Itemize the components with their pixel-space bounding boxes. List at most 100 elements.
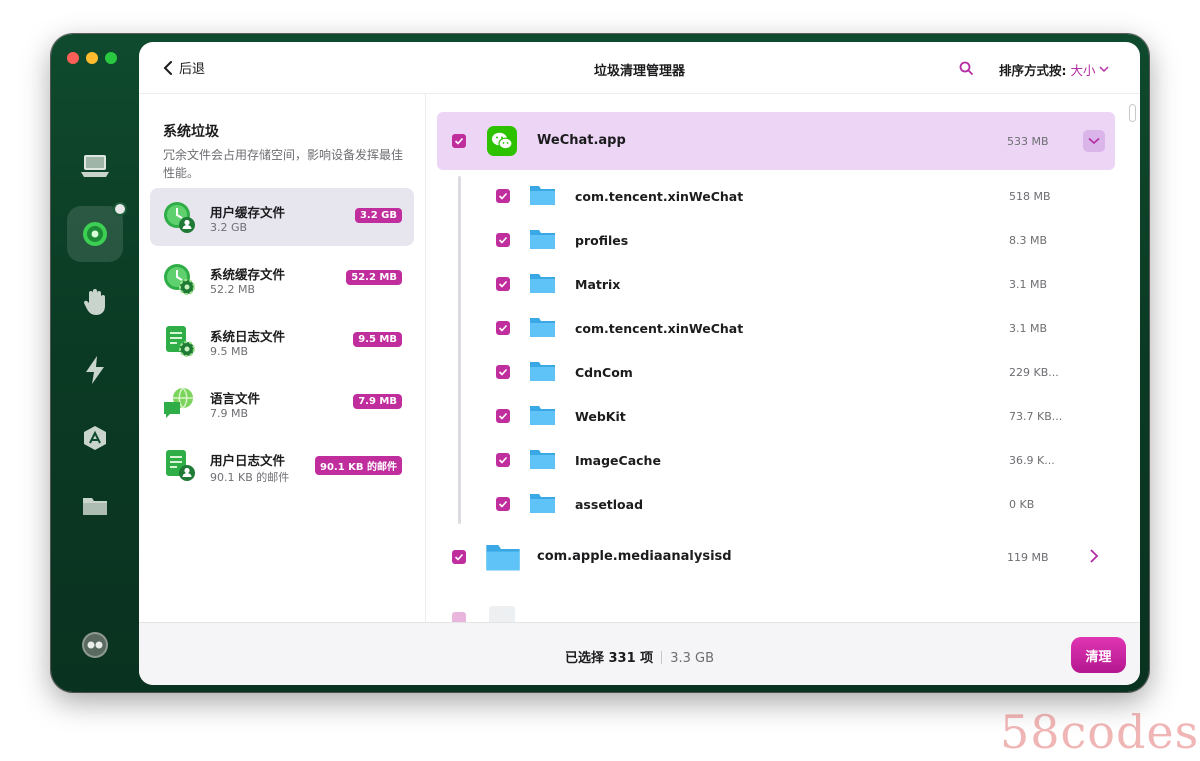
app-size: 533 MB (1007, 135, 1049, 148)
folder-icon (530, 362, 555, 381)
folder-icon (530, 406, 555, 425)
folder-icon (530, 494, 555, 513)
category-badge: 90.1 KB 的邮件 (314, 456, 402, 475)
category-name: 系统缓存文件 (210, 267, 286, 282)
notification-dot (113, 202, 127, 216)
checkbox[interactable] (496, 277, 510, 291)
hand-icon (83, 289, 105, 315)
category-language-files[interactable]: 语言文件 7.9 MB 7.9 MB (150, 374, 414, 432)
list-item[interactable]: WebKit 73.7 KB... (487, 396, 1097, 436)
rail-item-files[interactable] (67, 478, 123, 534)
category-system-logs[interactable]: 系统日志文件 9.5 MB 9.5 MB (150, 312, 414, 370)
sort-control: 排序方式按: 大小 (999, 60, 1109, 79)
clean-button[interactable]: 清理 (1071, 637, 1126, 673)
app-name: WeChat.app (537, 133, 626, 148)
rail-item-speed[interactable] (67, 342, 123, 398)
item-name: Matrix (575, 277, 621, 292)
checkmark-icon (498, 412, 508, 420)
list-item[interactable]: Matrix 3.1 MB (487, 264, 1097, 304)
sort-dropdown[interactable]: 大小 (1071, 60, 1109, 79)
category-badge: 3.2 GB (354, 208, 402, 223)
lightning-icon (86, 356, 104, 384)
checkbox[interactable] (496, 497, 510, 511)
list-item[interactable]: profiles 8.3 MB (487, 220, 1097, 260)
checkmark-icon (454, 137, 464, 145)
category-size: 52.2 MB (210, 283, 256, 296)
app-window: 后退 垃圾清理管理器 排序方式按: 大小 系统垃圾 冗余文件会占用存储空间，影响… (51, 34, 1149, 692)
folder-icon (530, 450, 555, 469)
item-size: 8.3 MB (1009, 234, 1048, 247)
list-item-next[interactable]: com.apple.mediaanalysisd 119 MB (437, 532, 1115, 582)
category-user-cache[interactable]: 用户缓存文件 3.2 GB 3.2 GB (150, 188, 414, 246)
item-size: 3.1 MB (1009, 278, 1048, 291)
item-name: profiles (575, 233, 629, 248)
item-size: 518 MB (1009, 190, 1051, 203)
section-description: 冗余文件会占用存储空间，影响设备发挥最佳性能。 (163, 148, 404, 180)
item-size: 73.7 KB... (1009, 410, 1063, 423)
scrollbar[interactable] (1129, 104, 1136, 122)
sort-label: 排序方式按: (999, 63, 1067, 78)
doc-gear-icon (166, 326, 195, 357)
category-sidebar: 系统垃圾 冗余文件会占用存储空间，影响设备发挥最佳性能。 用户缓存文件 3.2 … (139, 94, 426, 622)
category-name: 用户缓存文件 (210, 205, 286, 220)
category-system-cache[interactable]: 系统缓存文件 52.2 MB 52.2 MB (150, 250, 414, 308)
selected-total: 3.3 GB (670, 651, 714, 666)
list-item[interactable]: ImageCache 36.9 K... (487, 440, 1097, 480)
folder-icon (83, 498, 107, 515)
list-item[interactable]: com.tencent.xinWeChat 3.1 MB (487, 308, 1097, 348)
list-item-partial[interactable] (437, 594, 1115, 622)
item-name: CdnCom (575, 365, 633, 380)
category-name: 用户日志文件 (210, 453, 286, 468)
checkmark-icon (498, 456, 508, 464)
list-item[interactable]: assetload 0 KB (487, 484, 1097, 524)
category-size: 90.1 KB 的邮件 (210, 471, 290, 484)
checkbox[interactable] (496, 409, 510, 423)
item-size: 0 KB (1009, 498, 1035, 511)
top-bar: 后退 垃圾清理管理器 排序方式按: 大小 (139, 42, 1140, 94)
checkmark-icon (498, 236, 508, 244)
list-item[interactable]: CdnCom 229 KB... (487, 352, 1097, 392)
checkmark-icon (498, 368, 508, 376)
smart-scan-icon (83, 222, 107, 246)
sidebar-rail (51, 34, 139, 692)
folder-icon (530, 186, 555, 205)
checkbox[interactable] (496, 233, 510, 247)
rail-item-smart-scan[interactable] (67, 202, 127, 262)
rail-item-assistant[interactable] (67, 617, 123, 673)
category-name: 系统日志文件 (210, 329, 286, 344)
item-size: 119 MB (1007, 551, 1049, 564)
checkbox[interactable] (496, 321, 510, 335)
rail-item-hand[interactable] (67, 274, 123, 330)
list-item-app[interactable]: WeChat.app 533 MB (437, 112, 1115, 170)
rail-item-apps[interactable] (67, 410, 123, 466)
file-list: WeChat.app 533 MB com.tencent.xinWeChat … (427, 94, 1140, 622)
checkbox[interactable] (496, 365, 510, 379)
chevron-right-icon[interactable] (1089, 548, 1099, 564)
list-item[interactable]: com.tencent.xinWeChat 518 MB (487, 176, 1097, 216)
selected-count: 已选择 331 项 (564, 651, 654, 666)
doc-user-icon (166, 450, 195, 481)
collapse-button[interactable] (1083, 130, 1105, 152)
category-name: 语言文件 (210, 391, 261, 406)
checkbox[interactable] (452, 550, 466, 564)
category-user-logs[interactable]: 用户日志文件 90.1 KB 的邮件 90.1 KB 的邮件 (150, 436, 414, 494)
item-name: com.tencent.xinWeChat (575, 321, 744, 336)
checkbox[interactable] (452, 612, 466, 622)
checkbox[interactable] (452, 134, 466, 148)
checkbox[interactable] (496, 189, 510, 203)
checkmark-icon (498, 324, 508, 332)
category-badge: 7.9 MB (353, 394, 402, 409)
chevron-down-icon (1098, 66, 1109, 73)
checkbox[interactable] (496, 453, 510, 467)
checkmark-icon (498, 192, 508, 200)
folder-icon (530, 230, 555, 249)
item-size: 229 KB... (1009, 366, 1059, 379)
selection-summary: 已选择 331 项 3.3 GB (139, 647, 1140, 666)
sort-value: 大小 (1070, 63, 1096, 78)
tree-connector (458, 176, 461, 524)
page-title: 垃圾清理管理器 (593, 64, 685, 79)
rail-item-laptop[interactable] (67, 138, 123, 194)
category-size: 7.9 MB (210, 407, 249, 420)
search-button[interactable] (959, 60, 973, 79)
category-badge: 9.5 MB (353, 332, 402, 347)
